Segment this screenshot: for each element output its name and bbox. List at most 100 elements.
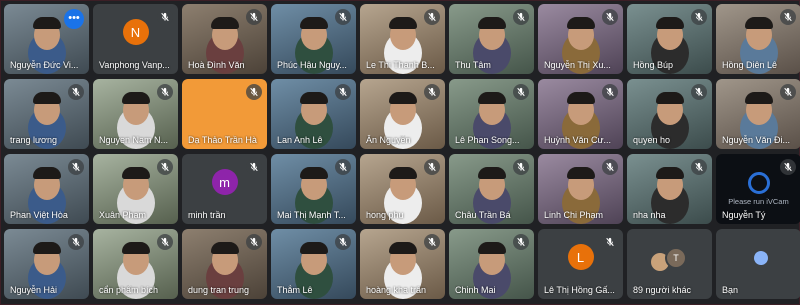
mic-off-icon [157,234,173,250]
participant-video-hair [32,16,61,29]
participant-name: Nguyễn Thị Xu... [544,60,611,70]
participant-name: quyen ho [633,135,671,145]
ivcam-message: Please run iVCam [728,197,789,206]
mic-off-icon [602,159,618,175]
mic-off-icon [513,84,529,100]
participant-tile[interactable]: Chinh Mai [449,229,534,299]
participant-video-hair [744,91,773,104]
participant-tile[interactable]: quyen ho [627,79,712,149]
participant-video-hair [566,91,595,104]
participant-name: Ân Nguyễn [366,135,411,145]
participant-tile[interactable]: Mai Thị Mạnh T... [271,154,356,224]
participant-tile[interactable]: Hồng Búp [627,4,712,74]
participant-name: trang lương [10,135,57,145]
participant-tile[interactable]: cẩn phẩm bích [93,229,178,299]
participant-tile[interactable]: Please run iVCam Nguyễn Tý [716,154,800,224]
participant-name: Chinh Mai [455,285,496,295]
participant-name: Thắm Lê [277,285,313,295]
participant-tile[interactable]: Le Thi Thanh B... [360,4,445,74]
mic-off-icon [602,84,618,100]
mic-off-icon [513,9,529,25]
mic-off-icon [157,159,173,175]
mic-off-icon [246,159,262,175]
participant-tile[interactable]: Ân Nguyễn [360,79,445,149]
mic-off-icon [246,84,262,100]
mic-off-icon [424,234,440,250]
participant-video-hair [388,241,417,254]
participant-tile[interactable]: trang lương [4,79,89,149]
participant-tile[interactable]: N Vanphong Vanp... [93,4,178,74]
participant-tile[interactable]: Thu Tâm [449,4,534,74]
more-options-icon[interactable]: ••• [64,9,84,29]
participant-tile[interactable]: T 89 người khác [627,229,712,299]
participant-video-hair [210,16,239,29]
participant-tile[interactable]: Huỳnh Văn Cư... [538,79,623,149]
participant-tile[interactable]: Dạ Thảo Trần Hà [182,79,267,149]
participant-name: Thu Tâm [455,60,491,70]
participant-tile[interactable]: Nguyen Nam N... [93,79,178,149]
mic-off-icon [602,9,618,25]
mic-off-icon [424,9,440,25]
participant-name: Nguyễn Tý [722,210,766,220]
mic-off-icon [424,159,440,175]
mic-off-icon [246,234,262,250]
participant-tile[interactable]: m minh trần [182,154,267,224]
participant-tile[interactable]: Xuân Phạm [93,154,178,224]
mic-off-icon [513,159,529,175]
mic-off-icon [68,159,84,175]
mic-off-icon [68,84,84,100]
participant-tile[interactable]: Nguyễn Văn Đi... [716,79,800,149]
participant-name: Phan Việt Hòa [10,210,68,220]
self-preview [754,251,768,265]
participant-name: Dạ Thảo Trần Hà [188,135,257,145]
participant-name: Hồng Diên Lê [722,60,778,70]
participant-video-hair [477,16,506,29]
participant-video-hair [299,91,328,104]
participant-video-hair [121,91,150,104]
mic-off-icon [780,9,796,25]
participant-tile[interactable]: Hoà Đình Văn [182,4,267,74]
participant-name: Lan Anh Lê [277,135,323,145]
participant-tile[interactable]: Phúc Hậu Nguy... [271,4,356,74]
participant-name: Hoà Đình Văn [188,60,245,70]
participant-tile[interactable]: Linh Chi Phạm [538,154,623,224]
participant-name: cẩn phẩm bích [99,285,159,295]
participant-name: Le Thi Thanh B... [366,60,435,70]
participant-name: 89 người khác [633,285,691,295]
mic-off-icon [335,234,351,250]
participant-tile[interactable]: Bạn [716,229,800,299]
participant-name: Phúc Hậu Nguy... [277,60,347,70]
participant-tile[interactable]: Lan Anh Lê [271,79,356,149]
participant-tile[interactable]: L Lê Thị Hồng Gấ... [538,229,623,299]
participant-video-hair [477,166,506,179]
participant-tile[interactable]: Lê Phan Song... [449,79,534,149]
participant-name: hoàng kha trân [366,285,427,295]
participant-avatar: L [567,244,594,270]
participant-tile[interactable]: ••• Nguyễn Đức Vi... [4,4,89,74]
mic-off-icon [246,9,262,25]
participant-avatar: N [122,19,149,45]
mic-off-icon [780,84,796,100]
participant-tile[interactable]: Nguyễn Thị Xu... [538,4,623,74]
mic-off-icon [602,234,618,250]
participant-video-hair [210,241,239,254]
participant-video-hair [566,166,595,179]
participant-tile[interactable]: hoàng kha trân [360,229,445,299]
participant-tile[interactable]: dung tran trung [182,229,267,299]
participant-video-hair [388,16,417,29]
participant-video-hair [121,166,150,179]
participant-tile[interactable]: Phan Việt Hòa [4,154,89,224]
participant-video-hair [477,91,506,104]
participant-avatar: m [211,169,238,195]
participant-video-hair [299,166,328,179]
participant-tile[interactable]: Hồng Diên Lê [716,4,800,74]
mic-off-icon [335,84,351,100]
participant-video-hair [477,241,506,254]
other-participants-avatars: T [649,245,693,273]
participant-tile[interactable]: Châu Trần Bá [449,154,534,224]
participant-tile[interactable]: nha nha [627,154,712,224]
participant-tile[interactable]: Thắm Lê [271,229,356,299]
participant-tile[interactable]: Nguyễn Hải [4,229,89,299]
participant-video-hair [32,166,61,179]
participant-tile[interactable]: hong phu [360,154,445,224]
